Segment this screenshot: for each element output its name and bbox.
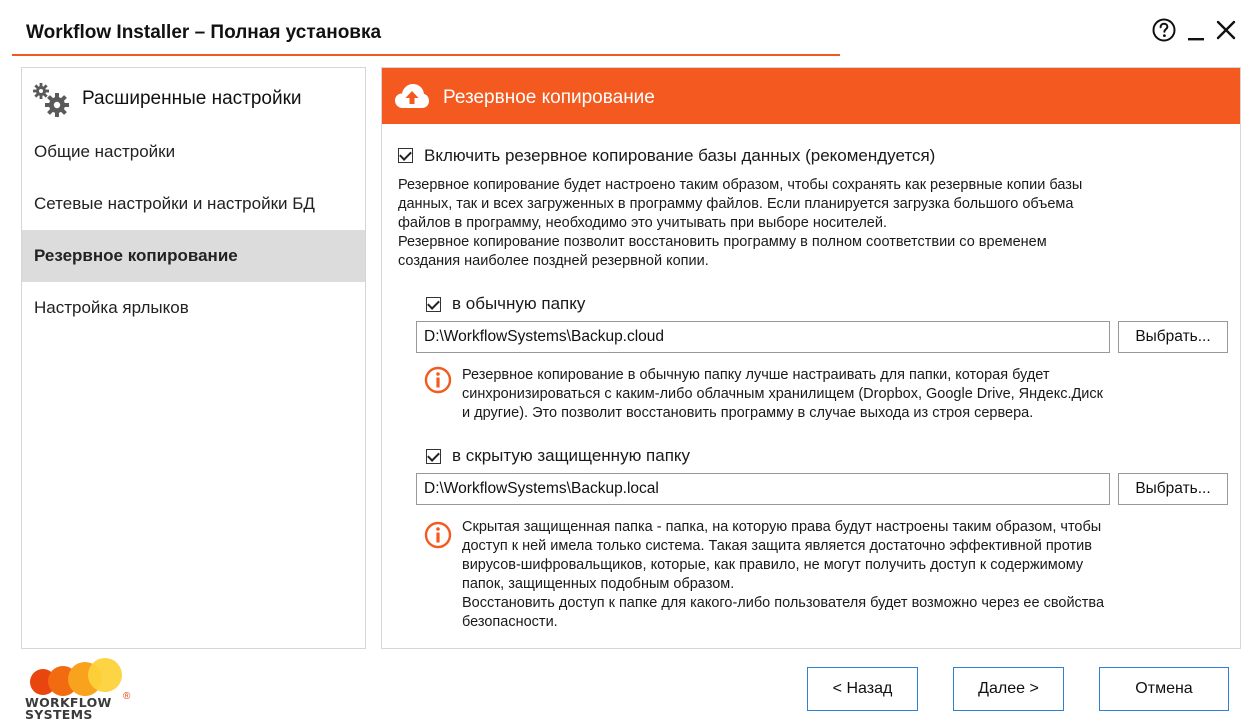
cancel-button[interactable]: Отмена	[1099, 667, 1229, 711]
enable-backup-label: Включить резервное копирование базы данн…	[424, 146, 936, 165]
logo-text-line2: SYSTEMS	[25, 707, 93, 722]
question-circle-icon[interactable]	[1148, 14, 1180, 46]
regular-folder-browse-button[interactable]: Выбрать...	[1118, 321, 1228, 353]
sidebar-item-general[interactable]: Общие настройки	[22, 126, 365, 178]
info-line: Восстановить доступ к папке для какого-л…	[462, 595, 1105, 611]
content-panel: Резервное копирование Включить резервное…	[381, 67, 1241, 649]
backup-description: Резервное копирование будет настроено та…	[398, 176, 1082, 271]
info-line: синхронизироваться с каким-либо облачным…	[462, 386, 1103, 402]
minimize-icon[interactable]	[1180, 14, 1212, 46]
next-button[interactable]: Далее >	[953, 667, 1064, 711]
sidebar-item-shortcuts[interactable]: Настройка ярлыков	[22, 282, 365, 334]
workflow-systems-logo: WORKFLOW SYSTEMS ®	[25, 657, 145, 721]
hidden-folder-path-input[interactable]	[416, 473, 1110, 505]
description-line: создания наиболее поздней резервной копи…	[398, 253, 709, 269]
regular-folder-checkbox[interactable]	[426, 297, 441, 312]
info-line: вирусов-шифровальщиков, которые, как пра…	[462, 557, 1084, 573]
logo-circles-icon	[30, 658, 122, 696]
info-line: Скрытая защищенная папка - папка, на кот…	[462, 519, 1102, 535]
gears-icon	[33, 83, 69, 117]
sidebar-header-label: Расширенные настройки	[82, 88, 302, 109]
sidebar-item-backup[interactable]: Резервное копирование	[22, 230, 365, 282]
info-icon	[424, 366, 452, 394]
info-line: доступ к ней имела только система. Такая…	[462, 538, 1092, 554]
title-underline	[12, 54, 840, 56]
hidden-folder-browse-button[interactable]: Выбрать...	[1118, 473, 1228, 505]
logo-registered-mark: ®	[123, 691, 131, 702]
regular-folder-info: Резервное копирование в обычную папку лу…	[462, 366, 1103, 423]
description-line: данных, так и всех загруженных в програм…	[398, 196, 1074, 212]
info-line: Резервное копирование в обычную папку лу…	[462, 367, 1050, 383]
info-line: и другие). Это позволит восстановить про…	[462, 405, 1034, 421]
sidebar-item-network-db[interactable]: Сетевые настройки и настройки БД	[22, 178, 365, 230]
title-bar: Workflow Installer – Полная установка	[0, 0, 1252, 62]
hidden-folder-info: Скрытая защищенная папка - папка, на кот…	[462, 518, 1104, 632]
info-line: папок, защищенных подобным образом.	[462, 576, 735, 592]
back-button[interactable]: < Назад	[807, 667, 918, 711]
description-line: файлов в программу, необходимо это учиты…	[398, 215, 887, 231]
sidebar: Расширенные настройки Общие настройки Се…	[21, 67, 366, 649]
regular-folder-label: в обычную папку	[452, 294, 586, 313]
hidden-folder-label: в скрытую защищенную папку	[452, 446, 691, 465]
content-header-label: Резервное копирование	[443, 87, 655, 108]
regular-folder-path-input[interactable]	[416, 321, 1110, 353]
sidebar-header: Расширенные настройки	[22, 68, 365, 128]
info-icon	[424, 521, 452, 549]
enable-backup-checkbox[interactable]	[398, 148, 413, 163]
window-title: Workflow Installer – Полная установка	[26, 22, 382, 43]
description-line: Резервное копирование будет настроено та…	[398, 177, 1083, 193]
close-icon[interactable]	[1210, 14, 1242, 46]
cloud-upload-icon	[395, 84, 429, 108]
content-header: Резервное копирование	[382, 68, 1240, 124]
hidden-folder-checkbox[interactable]	[426, 449, 441, 464]
info-line: безопасности.	[462, 614, 558, 630]
description-line: Резервное копирование позволит восстанов…	[398, 234, 1047, 250]
